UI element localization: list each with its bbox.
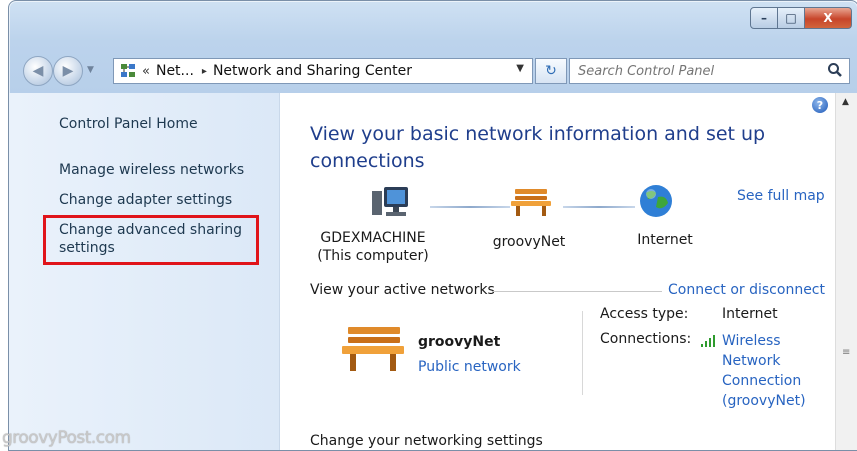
search-input[interactable]: [576, 62, 810, 80]
manage-wireless-networks-link[interactable]: Manage wireless networks: [59, 161, 244, 179]
vertical-scrollbar[interactable]: ▲ ≡: [835, 93, 857, 450]
breadcrumb-network[interactable]: Net...: [156, 63, 194, 79]
connection-line-1: Wireless: [722, 333, 781, 349]
map-line-1: [430, 206, 510, 208]
breadcrumb-network-and-sharing-center[interactable]: Network and Sharing Center: [213, 63, 412, 79]
title-bar-buttons: – □ X: [750, 7, 852, 29]
change-adapter-settings-link[interactable]: Change adapter settings: [59, 191, 232, 209]
window: – □ X ◀ ▶ ▼ « Net... ▸ Network and Shari…: [8, 0, 857, 451]
wireless-connection-link[interactable]: Wireless Network Connection (groovyNet): [722, 331, 806, 411]
maximize-button[interactable]: □: [778, 7, 805, 29]
map-line-2: [563, 206, 635, 208]
help-icon[interactable]: ?: [812, 97, 828, 113]
scroll-up-arrow-icon[interactable]: ▲: [842, 97, 849, 107]
minimize-button[interactable]: –: [750, 7, 778, 29]
main-content: ? View your basic network information an…: [280, 93, 836, 450]
connection-line-4: (groovyNet): [722, 393, 806, 409]
network-details-divider: [582, 311, 583, 395]
section-divider: [492, 291, 662, 292]
wifi-signal-icon: [700, 333, 718, 347]
page-heading: View your basic network information and …: [310, 123, 766, 172]
connections-label: Connections:: [600, 331, 692, 347]
address-overflow-chevron[interactable]: «: [142, 64, 150, 79]
network-icon: [120, 63, 136, 79]
back-button[interactable]: ◀: [23, 56, 53, 86]
network-name-label: groovyNet: [492, 234, 566, 250]
sidebar: Control Panel Home Manage wireless netwo…: [9, 93, 280, 450]
network-bench-icon[interactable]: [509, 187, 553, 217]
forward-button[interactable]: ▶: [53, 56, 83, 86]
back-arrow-icon: ◀: [32, 63, 44, 79]
computer-icon[interactable]: [370, 185, 412, 219]
refresh-button[interactable]: ↻: [535, 58, 567, 84]
access-type-label: Access type:: [600, 306, 689, 322]
this-computer-label: (This computer): [317, 248, 429, 264]
breadcrumb-separator-icon[interactable]: ▸: [202, 66, 207, 77]
address-bar[interactable]: « Net... ▸ Network and Sharing Center ▼: [113, 58, 533, 84]
scrollbar-grip-icon[interactable]: ≡: [842, 347, 850, 358]
watermark: groovyPost.com: [2, 428, 131, 448]
computer-name-label: GDEXMACHINE (This computer): [314, 229, 432, 265]
internet-label: Internet: [637, 232, 693, 248]
change-networking-settings-heading: Change your networking settings: [310, 433, 543, 449]
see-full-map-link[interactable]: See full map: [737, 188, 825, 204]
access-type-value: Internet: [722, 306, 778, 322]
recent-pages-dropdown[interactable]: ▼: [87, 65, 94, 75]
close-button[interactable]: X: [805, 7, 852, 29]
network-name: groovyNet: [418, 334, 501, 350]
connect-or-disconnect-link[interactable]: Connect or disconnect: [668, 282, 825, 298]
red-highlight-box: [43, 215, 259, 265]
forward-arrow-icon: ▶: [62, 63, 74, 79]
search-icon[interactable]: [827, 62, 843, 78]
connection-line-2: Network: [722, 353, 781, 369]
connection-line-3: Connection: [722, 373, 802, 389]
search-box[interactable]: [569, 58, 850, 84]
address-dropdown-icon[interactable]: ▼: [516, 63, 524, 74]
internet-globe-icon[interactable]: [638, 183, 674, 219]
computer-name: GDEXMACHINE: [320, 230, 426, 246]
public-network-link[interactable]: Public network: [418, 359, 521, 375]
refresh-icon: ↻: [545, 63, 557, 79]
active-networks-header: View your active networks Connect or dis…: [310, 282, 830, 298]
network-bench-large-icon: [340, 325, 406, 373]
active-networks-label: View your active networks: [310, 282, 495, 298]
control-panel-home-link[interactable]: Control Panel Home: [59, 115, 198, 133]
navigation-bar: ◀ ▶ ▼ « Net... ▸ Network and Sharing Cen…: [9, 53, 857, 87]
